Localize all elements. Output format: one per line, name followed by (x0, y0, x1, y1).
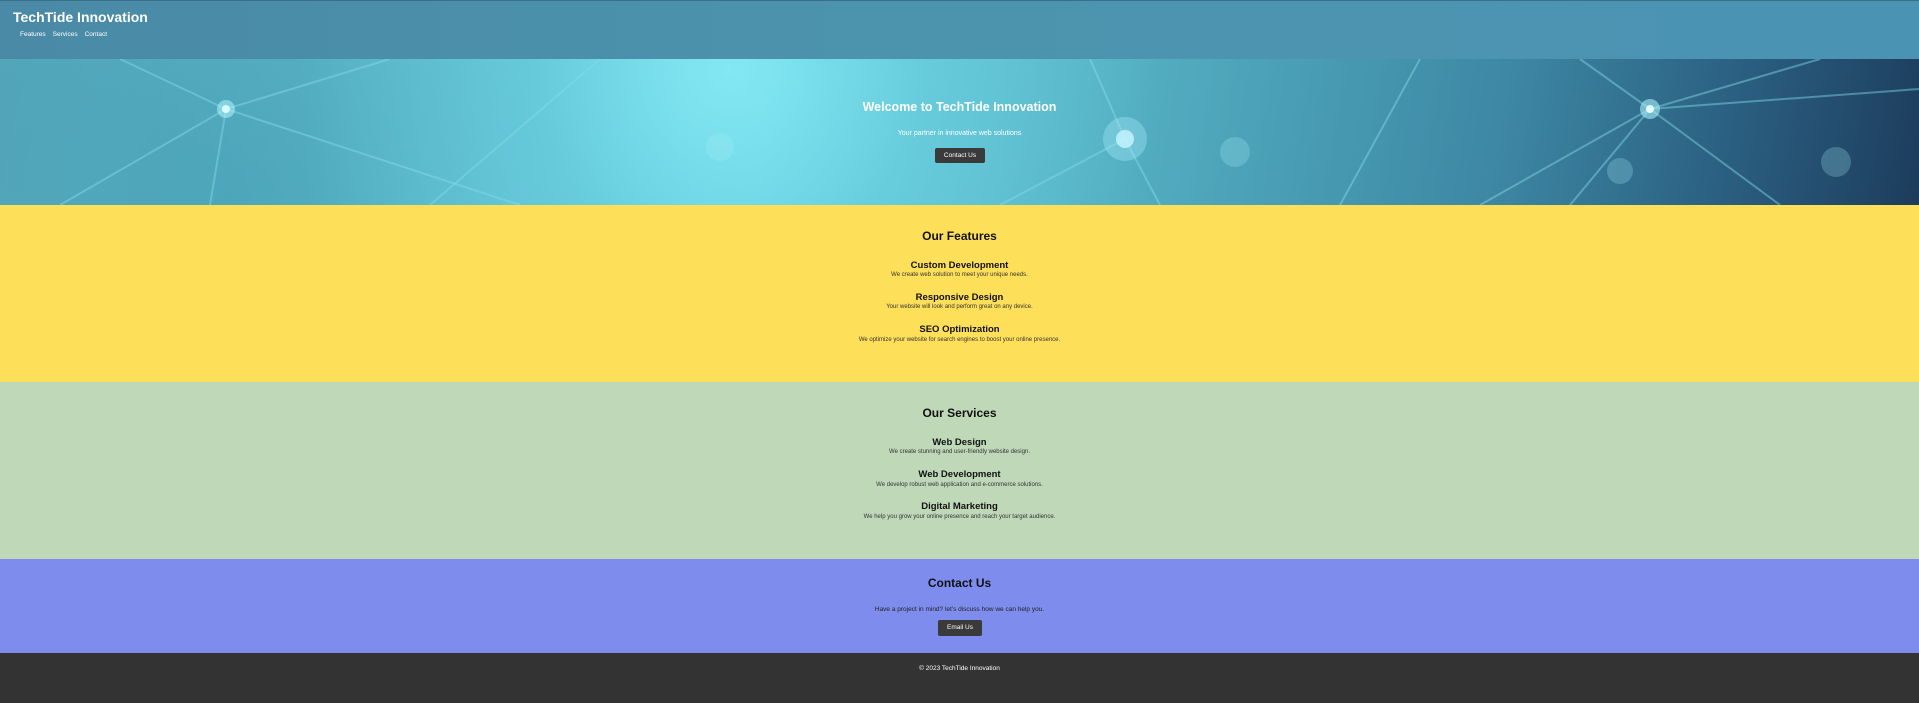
services-section: Our Services Web Design We create stunni… (0, 382, 1919, 559)
nav-link-features[interactable]: Features (20, 31, 46, 38)
service-item-desc: We help you grow your online presence an… (863, 514, 1056, 520)
nav-link-contact[interactable]: Contact (85, 31, 107, 38)
brand-logo-text[interactable]: TechTide Innovation (13, 9, 148, 25)
feature-item-desc: We optimize your website for search engi… (858, 337, 1061, 343)
features-title: Our Features (922, 229, 997, 243)
service-item-title: Web Design (932, 437, 987, 448)
feature-item-title: SEO Optimization (919, 324, 1000, 335)
site-footer: © 2023 TechTide Innovation (0, 653, 1919, 703)
feature-item-title: Custom Development (910, 260, 1009, 271)
nav-link-services[interactable]: Services (53, 31, 78, 38)
main-nav: Features Services Contact (20, 31, 107, 38)
service-item-desc: We create stunning and user-friendly web… (889, 449, 1030, 455)
copyright-text: © 2023 TechTide Innovation (919, 665, 1000, 672)
contact-us-button[interactable]: Contact Us (935, 148, 985, 163)
contact-text: Have a project in mind? let's discuss ho… (874, 606, 1045, 613)
service-item-title: Web Development (918, 469, 1001, 480)
feature-item-desc: We create web solution to meet your uniq… (891, 272, 1028, 278)
hero-subtitle: Your partner in innovative web solutions (897, 130, 1022, 137)
hero-banner: Welcome to TechTide Innovation Your part… (0, 59, 1919, 205)
email-us-button[interactable]: Email Us (938, 620, 982, 636)
service-item-desc: We develop robust web application and e-… (876, 482, 1043, 488)
contact-section: Contact Us Have a project in mind? let's… (0, 559, 1919, 653)
hero-title: Welcome to TechTide Innovation (862, 100, 1057, 114)
features-section: Our Features Custom Development We creat… (0, 205, 1919, 382)
feature-item-desc: Your website will look and perform great… (886, 304, 1033, 310)
contact-title: Contact Us (927, 576, 992, 590)
site-header: TechTide Innovation Features Services Co… (0, 0, 1919, 59)
feature-item-title: Responsive Design (915, 292, 1004, 303)
services-title: Our Services (922, 406, 997, 420)
service-item-title: Digital Marketing (921, 501, 998, 512)
